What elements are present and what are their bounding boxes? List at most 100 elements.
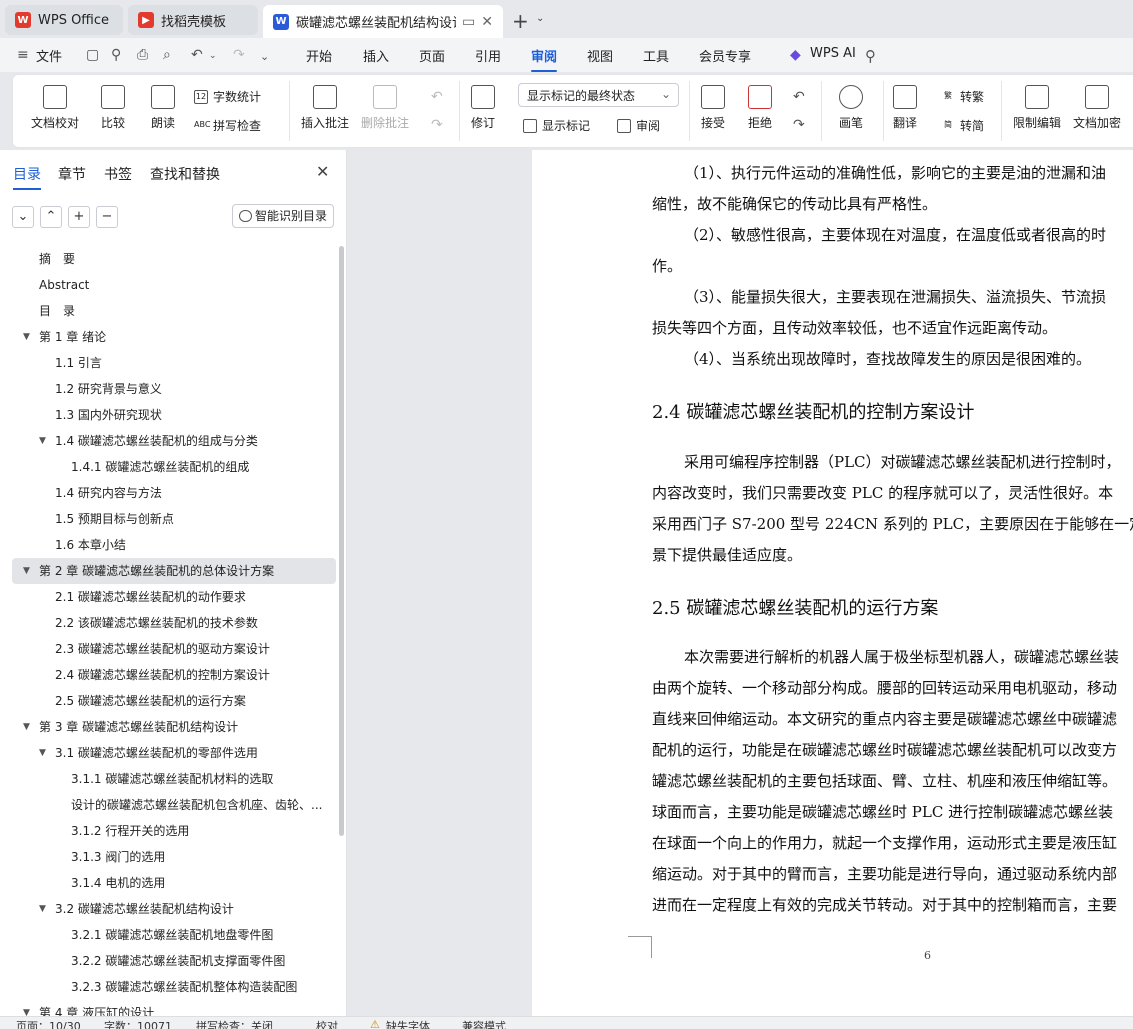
menu-file[interactable]: 文件 xyxy=(36,46,62,65)
hamburger-menu-icon[interactable]: ≡ xyxy=(17,47,29,63)
menu-view[interactable]: 视图 xyxy=(587,46,613,65)
toc-item[interactable]: 1.6 本章小结 xyxy=(12,532,336,558)
caret-down-icon[interactable]: ▼ xyxy=(39,896,46,922)
toc-item[interactable]: ▼ 3.2 碳罐滤芯螺丝装配机结构设计 xyxy=(12,896,336,922)
doc-proof-button[interactable]: 文档校对 xyxy=(31,85,79,131)
remove-heading-icon[interactable]: − xyxy=(96,206,118,228)
toc-item[interactable]: 摘 要 xyxy=(12,246,336,272)
menu-wps-ai[interactable]: WPS AI xyxy=(810,46,856,61)
toc-item[interactable]: ▼ 第 2 章 碳罐滤芯螺丝装配机的总体设计方案 xyxy=(12,558,336,584)
insert-comment-button[interactable]: 插入批注 xyxy=(301,85,349,131)
toc-item[interactable]: 2.1 碳罐滤芯螺丝装配机的动作要求 xyxy=(12,584,336,610)
menu-references[interactable]: 引用 xyxy=(475,46,501,65)
toc-item[interactable]: 设计的碳罐滤芯螺丝装配机包含机座、齿轮、... xyxy=(12,792,336,818)
toc-item[interactable]: 2.2 该碳罐滤芯螺丝装配机的技术参数 xyxy=(12,610,336,636)
toc-item[interactable]: 1.1 引言 xyxy=(12,350,336,376)
nav-tab-find-replace[interactable]: 查找和替换 xyxy=(150,164,220,184)
next-change-icon[interactable]: ↷ xyxy=(793,117,805,133)
doc-encrypt-button[interactable]: 文档加密 xyxy=(1073,85,1121,131)
previous-change-icon[interactable]: ↶ xyxy=(793,89,805,105)
menu-member[interactable]: 会员专享 xyxy=(699,46,751,65)
nav-tab-sections[interactable]: 章节 xyxy=(58,164,86,184)
toc-item[interactable]: 3.2.1 碳罐滤芯螺丝装配机地盘零件图 xyxy=(12,922,336,948)
toc-item[interactable]: 1.4.1 碳罐滤芯螺丝装配机的组成 xyxy=(12,454,336,480)
toc-item[interactable]: 1.4 研究内容与方法 xyxy=(12,480,336,506)
toc-item[interactable]: 3.1.1 碳罐滤芯螺丝装配机材料的选取 xyxy=(12,766,336,792)
toc-item[interactable]: 3.2.2 碳罐滤芯螺丝装配机支撑面零件图 xyxy=(12,948,336,974)
close-tab-icon[interactable]: ✕ xyxy=(481,14,493,30)
caret-down-icon[interactable]: ▼ xyxy=(39,428,46,454)
toc-item[interactable]: 1.3 国内外研究现状 xyxy=(12,402,336,428)
restore-window-icon[interactable]: ▭ xyxy=(462,14,475,30)
toc-item[interactable]: ▼ 1.4 碳罐滤芯螺丝装配机的组成与分类 xyxy=(12,428,336,454)
toc-item[interactable]: 1.5 预期目标与创新点 xyxy=(12,506,336,532)
toc-item[interactable]: 目 录 xyxy=(12,298,336,324)
translate-button[interactable]: 翻译 xyxy=(893,85,917,131)
close-icon[interactable]: ✕ xyxy=(316,162,329,181)
tab-docer-templates[interactable]: ▶ 找稻壳模板 xyxy=(128,5,258,35)
tab-wps-office[interactable]: W WPS Office xyxy=(5,5,123,35)
caret-down-icon[interactable]: ▼ xyxy=(23,1000,30,1016)
toc-item[interactable]: Abstract xyxy=(12,272,336,298)
toc-item[interactable]: 3.1.4 电机的选用 xyxy=(12,870,336,896)
menu-review[interactable]: 审阅 xyxy=(531,46,558,72)
document-page[interactable]: （1）、执行元件运动的准确性低，影响它的主要是油的泄漏和油 缩性，故不能确保它的传… xyxy=(532,150,1133,1016)
toc-item[interactable]: 3.1.3 阀门的选用 xyxy=(12,844,336,870)
toc-item[interactable]: ▼ 第 3 章 碳罐滤芯螺丝装配机结构设计 xyxy=(12,714,336,740)
toc-item[interactable]: 3.2.3 碳罐滤芯螺丝装配机整体构造装配图 xyxy=(12,974,336,1000)
toc-item[interactable]: ▼ 3.1 碳罐滤芯螺丝装配机的零部件选用 xyxy=(12,740,336,766)
share-icon[interactable]: ⚲ xyxy=(111,47,121,63)
to-simplified-button[interactable]: 简 转简 xyxy=(941,117,984,134)
caret-down-icon[interactable]: ▼ xyxy=(23,714,30,740)
more-chevron-icon[interactable]: ⌄ xyxy=(260,50,269,63)
nav-tab-toc[interactable]: 目录 xyxy=(13,164,41,190)
spell-check-status[interactable]: 拼写检查：关闭 xyxy=(196,1018,273,1029)
collapse-up-icon[interactable]: ⌃ xyxy=(40,206,62,228)
scrollbar[interactable] xyxy=(339,246,344,836)
toc-item[interactable]: ▼ 第 4 章 液压缸的设计 xyxy=(12,1000,336,1016)
toc-item[interactable]: 3.1.2 行程开关的选用 xyxy=(12,818,336,844)
review-pane-button[interactable]: 审阅 xyxy=(617,117,660,134)
undo-dropdown-icon[interactable]: ⌄ xyxy=(209,51,217,61)
pen-button[interactable]: 画笔 xyxy=(839,85,863,131)
search-icon[interactable]: ⚲ xyxy=(865,47,876,65)
toc-item[interactable]: 2.5 碳罐滤芯螺丝装配机的运行方案 xyxy=(12,688,336,714)
toc-item[interactable]: 2.3 碳罐滤芯螺丝装配机的驱动方案设计 xyxy=(12,636,336,662)
menu-home[interactable]: 开始 xyxy=(306,46,332,65)
show-markup-button[interactable]: 显示标记 xyxy=(523,117,590,134)
add-heading-icon[interactable]: + xyxy=(68,206,90,228)
word-count-status[interactable]: 字数：10071 xyxy=(104,1018,172,1029)
toc-item[interactable]: ▼ 第 1 章 绪论 xyxy=(12,324,336,350)
caret-down-icon[interactable]: ▼ xyxy=(39,740,46,766)
proof-status[interactable]: 校对 xyxy=(316,1018,338,1029)
compare-button[interactable]: 比较 xyxy=(101,85,125,131)
new-tab-icon[interactable]: + xyxy=(512,9,529,33)
print-preview-icon[interactable]: ⌕ xyxy=(163,47,171,63)
menu-insert[interactable]: 插入 xyxy=(363,46,389,65)
menu-page[interactable]: 页面 xyxy=(419,46,445,65)
print-icon[interactable]: ⎙ xyxy=(137,47,148,63)
markup-state-select[interactable]: 显示标记的最终状态 ⌄ xyxy=(518,83,679,107)
reject-button[interactable]: 拒绝 xyxy=(748,85,772,131)
to-traditional-button[interactable]: 繁 转繁 xyxy=(941,88,984,105)
tab-document[interactable]: W 碳罐滤芯螺丝装配机结构设计 ▭ ✕ xyxy=(263,5,503,38)
caret-down-icon[interactable]: ▼ xyxy=(23,558,30,584)
nav-tab-bookmarks[interactable]: 书签 xyxy=(104,164,132,184)
spell-check-button[interactable]: ABC 拼写检查 xyxy=(194,117,261,134)
smart-toc-button[interactable]: 智能识别目录 xyxy=(232,204,334,228)
read-aloud-button[interactable]: 朗读 xyxy=(151,85,175,131)
missing-font-status[interactable]: 缺失字体 xyxy=(386,1018,430,1029)
word-count-button[interactable]: 12 字数统计 xyxy=(194,88,261,105)
accept-button[interactable]: 接受 xyxy=(701,85,725,131)
toc-item[interactable]: 1.2 研究背景与意义 xyxy=(12,376,336,402)
menu-tools[interactable]: 工具 xyxy=(643,46,669,65)
caret-down-icon[interactable]: ▼ xyxy=(23,324,30,350)
toc-item[interactable]: 2.4 碳罐滤芯螺丝装配机的控制方案设计 xyxy=(12,662,336,688)
expand-down-icon[interactable]: ⌄ xyxy=(12,206,34,228)
save-icon[interactable]: ▢ xyxy=(86,47,99,63)
chevron-down-icon[interactable]: ⌄ xyxy=(536,13,544,24)
page-indicator[interactable]: 页面：10/30 xyxy=(16,1018,81,1029)
restrict-edit-button[interactable]: 限制编辑 xyxy=(1013,85,1061,131)
undo-icon[interactable]: ↶ xyxy=(191,47,203,63)
revise-button[interactable]: 修订 xyxy=(471,85,495,131)
